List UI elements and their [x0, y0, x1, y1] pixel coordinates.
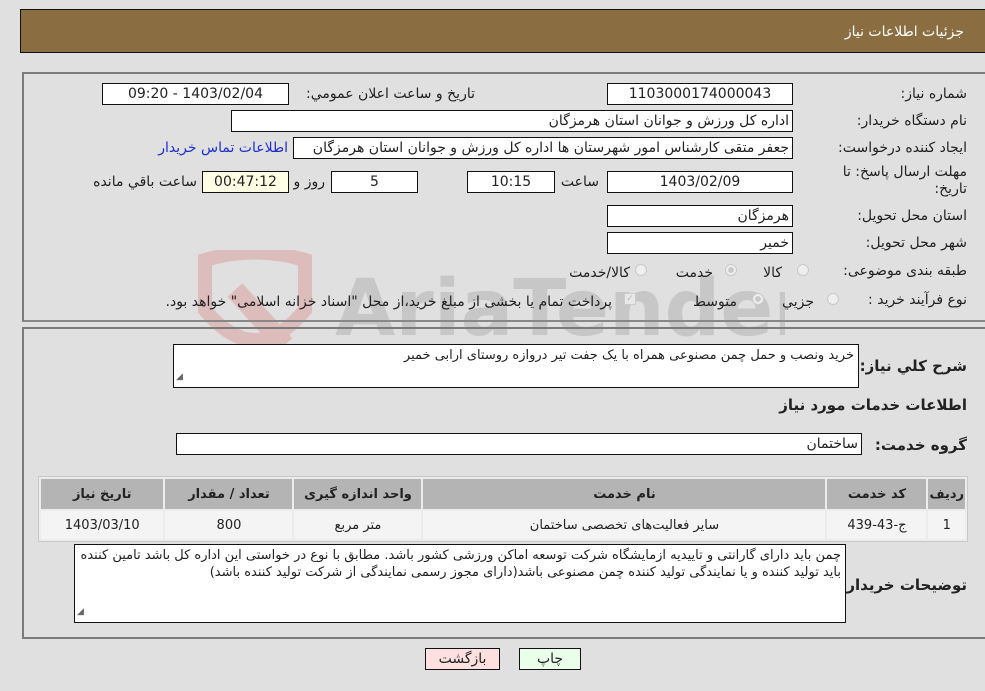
category-radio-service[interactable] [725, 264, 737, 276]
service-group-field: ساختمان [176, 433, 862, 455]
category-label: طبقه بندی موضوعی: [843, 263, 967, 279]
summary-label: شرح کلي نياز: [859, 357, 967, 375]
cell-service-code: ج-43-439 [827, 511, 927, 539]
table-row: 1 ج-43-439 سایر فعالیت‌های تخصصی ساختمان… [41, 511, 965, 539]
remaining-time-label: ساعت باقي مانده [93, 174, 197, 190]
cell-need-date: 1403/03/10 [41, 511, 164, 539]
treasury-note: پرداخت تمام یا بخشی از مبلغ خرید،از محل … [165, 294, 612, 310]
category-radio-goods[interactable] [797, 264, 809, 276]
city-field: خمیر [607, 232, 793, 254]
cell-unit: متر مربع [294, 511, 422, 539]
header-service-code: کد خدمت [827, 479, 927, 509]
resize-grip-icon[interactable]: ◢ [77, 604, 84, 621]
buyer-org-label: نام دستگاه خريدار: [856, 113, 967, 129]
process-radio-medium[interactable] [752, 293, 764, 305]
days-remaining-field: 5 [331, 171, 418, 193]
process-radio-minor[interactable] [827, 293, 839, 305]
resize-grip-icon[interactable]: ◢ [176, 369, 183, 386]
deadline-date-field: 1403/02/09 [607, 171, 793, 193]
buyer-notes-label: توضیحات خریدار: [840, 576, 967, 594]
table-header-row: رديف کد خدمت نام خدمت واحد اندازه گيری ت… [41, 479, 965, 509]
need-number-label: شماره نیاز: [900, 86, 968, 102]
process-option-minor: جزيي [782, 294, 814, 310]
summary-text: خرید ونصب و حمل چمن مصنوعی همراه با یک ج… [403, 348, 854, 363]
city-label: شهر محل تحویل: [865, 235, 967, 251]
days-label: روز و [293, 174, 326, 190]
header-row-number: رديف [928, 479, 965, 509]
header-unit: واحد اندازه گيری [294, 479, 422, 509]
buyer-notes-text: چمن باید دارای گارانتی و تاییدیه ازمایشگ… [80, 548, 841, 580]
services-table-wrapper: رديف کد خدمت نام خدمت واحد اندازه گيری ت… [38, 476, 968, 542]
province-label: استان محل تحویل: [857, 208, 967, 224]
page-header: جزئیات اطلاعات نیاز [20, 9, 985, 53]
requester-label: ایجاد کننده درخواست: [838, 140, 967, 156]
header-service-name: نام خدمت [423, 479, 826, 509]
announce-datetime-field: 1403/02/04 - 09:20 [102, 83, 289, 105]
process-option-medium: متوسط [693, 294, 737, 310]
deadline-label: مهلت ارسال پاسخ: تا تاریخ: [842, 164, 967, 197]
services-table: رديف کد خدمت نام خدمت واحد اندازه گيری ت… [38, 476, 968, 542]
category-option-service: خدمت [675, 265, 713, 281]
cell-quantity: 800 [165, 511, 293, 539]
category-radio-goods-service[interactable] [635, 264, 647, 276]
category-option-goods-service: کالا/خدمت [569, 265, 630, 281]
services-section-title: اطلاعات خدمات مورد نياز [779, 396, 967, 414]
process-label: نوع فرآیند خرید : [868, 292, 967, 308]
province-field: هرمزگان [607, 205, 793, 227]
header-need-date: تاريخ نياز [41, 479, 164, 509]
header-quantity: تعداد / مقدار [165, 479, 293, 509]
deadline-time-label: ساعت [560, 174, 599, 190]
page-title: جزئیات اطلاعات نیاز [844, 24, 964, 40]
deadline-time-field: 10:15 [467, 171, 555, 193]
service-group-label: گروه خدمت: [874, 436, 967, 454]
requester-field: جعفر متقی کارشناس امور شهرستان ها اداره … [293, 137, 793, 159]
buyer-contact-link[interactable]: اطلاعات تماس خریدار [158, 140, 288, 156]
remaining-time-field: 00:47:12 [202, 171, 289, 193]
print-button[interactable]: چاپ [519, 648, 581, 670]
announce-datetime-label: تاریخ و ساعت اعلان عمومي: [306, 86, 475, 102]
need-number-field: 1103000174000043 [607, 83, 793, 105]
category-option-goods: کالا [763, 265, 782, 281]
treasury-checkbox[interactable]: ✓ [624, 293, 636, 305]
buyer-org-field: اداره کل ورزش و جوانان استان هرمزگان [231, 110, 793, 132]
cell-service-name: سایر فعالیت‌های تخصصی ساختمان [423, 511, 826, 539]
buyer-notes-textarea[interactable]: چمن باید دارای گارانتی و تاییدیه ازمایشگ… [74, 544, 846, 623]
cell-row-number: 1 [928, 511, 965, 539]
summary-textarea[interactable]: خرید ونصب و حمل چمن مصنوعی همراه با یک ج… [173, 344, 859, 388]
back-button[interactable]: بازگشت [425, 648, 500, 670]
